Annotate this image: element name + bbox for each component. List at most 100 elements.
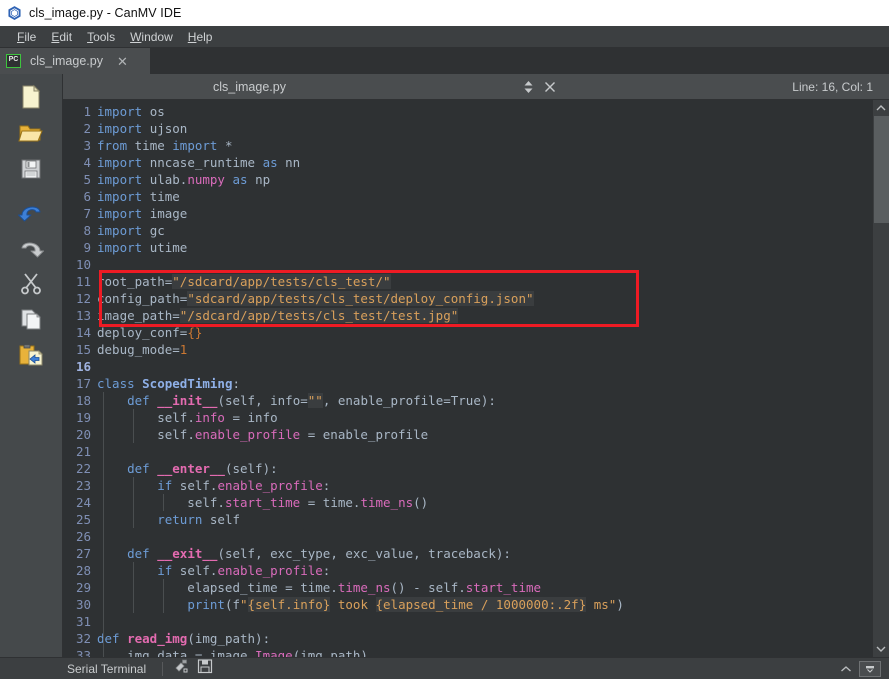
code-text: return self — [157, 512, 241, 527]
code-text: image_path="/sdcard/app/tests/cls_test/t… — [97, 308, 459, 323]
editor-pane: cls_image.py Line: 16, Col: 1 1 import o… — [63, 74, 889, 657]
menu-label: ools — [93, 29, 116, 44]
code-line[interactable]: 4 import nncase_runtime as nn — [63, 154, 872, 171]
line-number: 33 — [75, 648, 91, 657]
code-text: class ScopedTiming: — [97, 376, 240, 391]
menu-item-window[interactable]: Window — [123, 29, 181, 45]
menu-item-tools[interactable]: Tools — [80, 29, 123, 45]
copy-button[interactable] — [11, 302, 51, 336]
line-number: 14 — [75, 325, 91, 340]
code-line[interactable]: 32 def read_img(img_path): — [63, 630, 872, 647]
code-line[interactable]: 6 import time — [63, 188, 872, 205]
code-line[interactable]: 19 self.info = info — [63, 409, 872, 426]
new-file-button[interactable] — [11, 80, 51, 114]
code-line[interactable]: 28 if self.enable_profile: — [63, 562, 872, 579]
cursor-position-label: Line: 16, Col: 1 — [792, 79, 874, 94]
line-number: 10 — [75, 257, 91, 272]
collapse-panel-icon[interactable] — [833, 659, 859, 679]
clear-terminal-button[interactable] — [169, 659, 193, 679]
code-line[interactable]: 25 return self — [63, 511, 872, 528]
line-number: 15 — [75, 342, 91, 357]
panel-toggle-button[interactable] — [859, 660, 881, 677]
code-line[interactable]: 18 def __init__(self, info="", enable_pr… — [63, 392, 872, 409]
undo-button[interactable] — [11, 194, 51, 228]
code-line[interactable]: 7 import image — [63, 205, 872, 222]
code-line[interactable]: 24 self.start_time = time.time_ns() — [63, 494, 872, 511]
save-button[interactable] — [11, 152, 51, 186]
menu-label: elp — [196, 29, 213, 44]
pc-badge-icon: PC — [6, 54, 21, 68]
code-line[interactable]: 21 — [63, 443, 872, 460]
open-file-button[interactable] — [11, 116, 51, 150]
canmv-ide-window: cls_image.py - CanMV IDE File Edit Tools… — [0, 0, 889, 679]
code-line[interactable]: 8 import gc — [63, 222, 872, 239]
code-text: if self.enable_profile: — [157, 478, 331, 493]
line-number: 32 — [75, 631, 91, 646]
save-terminal-button[interactable] — [193, 659, 217, 679]
line-number: 13 — [75, 308, 91, 323]
code-text: def read_img(img_path): — [97, 631, 271, 646]
cut-button[interactable] — [11, 266, 51, 300]
code-text: root_path="/sdcard/app/tests/cls_test/" — [97, 274, 391, 289]
bottom-bar-divider — [162, 661, 164, 676]
code-line[interactable]: 14 deploy_conf={} — [63, 324, 872, 341]
editor-close-icon[interactable] — [539, 77, 561, 97]
serial-terminal-label[interactable]: Serial Terminal — [63, 662, 156, 676]
line-number: 7 — [83, 206, 91, 221]
code-text: def __exit__(self, exc_type, exc_value, … — [127, 546, 511, 561]
code-line[interactable]: 20 self.enable_profile = enable_profile — [63, 426, 872, 443]
code-line[interactable]: 16 — [63, 358, 872, 375]
redo-icon — [17, 235, 45, 259]
code-line[interactable]: 23 if self.enable_profile: — [63, 477, 872, 494]
scroll-down-arrow-icon[interactable] — [873, 641, 889, 657]
line-number: 17 — [75, 376, 91, 391]
line-number: 23 — [75, 478, 91, 493]
line-number: 8 — [83, 223, 91, 238]
code-line[interactable]: 29 elapsed_time = time.time_ns() - self.… — [63, 579, 872, 596]
code-line[interactable]: 22 def __enter__(self): — [63, 460, 872, 477]
editor-filename: cls_image.py — [213, 79, 286, 94]
code-line[interactable]: 10 — [63, 256, 872, 273]
code-text: self.info = info — [97, 410, 278, 425]
indent-guide — [133, 409, 134, 443]
line-number: 20 — [75, 427, 91, 442]
scroll-up-arrow-icon[interactable] — [873, 100, 889, 116]
menu-item-help[interactable]: Help — [181, 29, 221, 45]
menu-item-edit[interactable]: Edit — [44, 29, 80, 45]
code-line[interactable]: 26 — [63, 528, 872, 545]
code-line[interactable]: 33 img_data = image.Image(img_path) — [63, 647, 872, 657]
code-line[interactable]: 15 debug_mode=1 — [63, 341, 872, 358]
tab-cls-image-py[interactable]: PC cls_image.py ✕ — [0, 48, 150, 74]
menu-item-file[interactable]: File — [10, 29, 44, 45]
vertical-scrollbar[interactable] — [872, 100, 889, 657]
tab-close-icon[interactable]: ✕ — [117, 55, 128, 68]
new-file-icon — [19, 84, 43, 110]
code-line[interactable]: 13 image_path="/sdcard/app/tests/cls_test… — [63, 307, 872, 324]
code-line[interactable]: 27 def __exit__(self, exc_type, exc_valu… — [63, 545, 872, 562]
code-line[interactable]: 1 import os — [63, 103, 872, 120]
code-line[interactable]: 3 from time import * — [63, 137, 872, 154]
scrollbar-track[interactable] — [872, 116, 889, 641]
line-number: 12 — [75, 291, 91, 306]
code-text: if self.enable_profile: — [157, 563, 331, 578]
scrollbar-thumb[interactable] — [873, 116, 889, 223]
code-area[interactable]: 1 import os 2 import ujson 3 from time import… — [63, 100, 872, 657]
line-number: 29 — [75, 580, 91, 595]
code-line[interactable]: 5 import ulab.numpy as np — [63, 171, 872, 188]
code-line[interactable]: 2 import ujson — [63, 120, 872, 137]
code-line[interactable]: 31 — [63, 613, 872, 630]
undo-icon — [17, 199, 45, 223]
split-view-icon[interactable] — [517, 77, 539, 97]
line-number: 3 — [83, 138, 91, 153]
line-number: 19 — [75, 410, 91, 425]
tab-strip: PC cls_image.py ✕ — [0, 48, 889, 74]
code-line[interactable]: 17 class ScopedTiming: — [63, 375, 872, 392]
redo-button[interactable] — [11, 230, 51, 264]
code-line[interactable]: 9 import utime — [63, 239, 872, 256]
indent-guide — [163, 579, 164, 613]
code-text: from time import * — [97, 138, 233, 153]
code-line[interactable]: 30 print(f"{self.info} took {elapsed_tim… — [63, 596, 872, 613]
code-line[interactable]: 12 config_path="sdcard/app/tests/cls_test… — [63, 290, 872, 307]
code-line[interactable]: 11 root_path="/sdcard/app/tests/cls_test/… — [63, 273, 872, 290]
paste-button[interactable] — [11, 338, 51, 372]
